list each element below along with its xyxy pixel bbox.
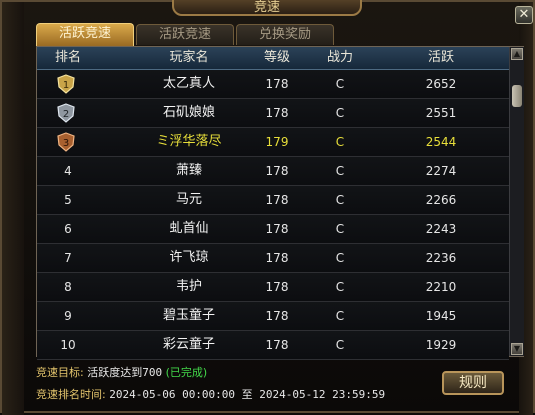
race-window: 竞速 ✕ 活跃竞速 活跃竞速 兑换奖励 排名 玩家名 等级 战力 活跃 1 太乙真… bbox=[0, 0, 535, 415]
cell-power: C bbox=[335, 135, 345, 149]
cell-rank: 4 bbox=[64, 164, 72, 178]
goal-value: 活跃度达到700 bbox=[87, 366, 163, 379]
cell-active: 1929 bbox=[425, 338, 457, 352]
silver-medal-icon: 2 bbox=[56, 103, 76, 123]
goal-status: (已完成) bbox=[165, 366, 208, 379]
svg-text:2: 2 bbox=[63, 109, 69, 120]
cell-level: 178 bbox=[265, 309, 289, 323]
cell-power: C bbox=[335, 106, 345, 120]
cell-power: C bbox=[335, 77, 345, 91]
ranking-panel: 排名 玩家名 等级 战力 活跃 1 太乙真人 178 C 2652 2 石矶娘娘 178 C 25… bbox=[36, 46, 524, 360]
cell-level: 178 bbox=[265, 193, 289, 207]
cell-power: C bbox=[335, 222, 345, 236]
table-row[interactable]: 6 虬首仙 178 C 2243 bbox=[37, 215, 509, 244]
table-row[interactable]: 3 ミ浮华落尽 179 C 2544 bbox=[37, 128, 509, 157]
cell-level: 179 bbox=[265, 135, 289, 149]
gold-medal-icon: 1 bbox=[56, 74, 76, 94]
rules-button[interactable]: 规则 bbox=[442, 371, 504, 395]
left-edge-decoration bbox=[2, 2, 24, 415]
cell-rank: 9 bbox=[64, 309, 72, 323]
cell-rank: 5 bbox=[64, 193, 72, 207]
cell-rank: 10 bbox=[60, 338, 76, 352]
table-row[interactable]: 4 萧臻 178 C 2274 bbox=[37, 157, 509, 186]
tab-active-race[interactable]: 活跃竞速 bbox=[36, 23, 134, 46]
tab-exchange-rewards[interactable]: 兑换奖励 bbox=[236, 24, 334, 45]
cell-power: C bbox=[335, 164, 345, 178]
cell-rank: 7 bbox=[64, 251, 72, 265]
cell-power: C bbox=[335, 309, 345, 323]
table-row[interactable]: 8 韦护 178 C 2210 bbox=[37, 273, 509, 302]
header-power: 战力 bbox=[326, 50, 353, 65]
cell-active: 2210 bbox=[425, 280, 457, 294]
cell-active: 2243 bbox=[425, 222, 457, 236]
cell-level: 178 bbox=[265, 222, 289, 236]
goal-line: 竞速目标: 活跃度达到700 (已完成) bbox=[36, 364, 207, 380]
cell-power: C bbox=[335, 338, 345, 352]
table-row[interactable]: 2 石矶娘娘 178 C 2551 bbox=[37, 99, 509, 128]
cell-rank: 8 bbox=[64, 280, 72, 294]
header-active: 活跃 bbox=[427, 50, 454, 65]
cell-level: 178 bbox=[265, 106, 289, 120]
goal-label: 竞速目标: bbox=[36, 366, 84, 379]
time-value: 2024-05-06 00:00:00 至 2024-05-12 23:59:5… bbox=[109, 388, 386, 401]
header-rank: 排名 bbox=[54, 50, 81, 65]
cell-active: 2551 bbox=[425, 106, 457, 120]
scroll-up-arrow-icon[interactable]: ▲ bbox=[511, 48, 523, 60]
cell-active: 2544 bbox=[425, 135, 457, 149]
scrollbar[interactable]: ▲ ▼ bbox=[509, 47, 524, 356]
cell-power: C bbox=[335, 193, 345, 207]
cell-active: 1945 bbox=[425, 309, 457, 323]
table-row[interactable]: 9 碧玉童子 178 C 1945 bbox=[37, 302, 509, 331]
svg-text:1: 1 bbox=[63, 80, 69, 91]
scroll-thumb[interactable] bbox=[512, 85, 522, 107]
cell-level: 178 bbox=[265, 164, 289, 178]
cell-level: 178 bbox=[265, 338, 289, 352]
time-line: 竞速排名时间: 2024-05-06 00:00:00 至 2024-05-12… bbox=[36, 386, 385, 402]
cell-level: 178 bbox=[265, 280, 289, 294]
table-header: 排名 玩家名 等级 战力 活跃 bbox=[37, 47, 509, 70]
cell-active: 2274 bbox=[425, 164, 457, 178]
cell-active: 2652 bbox=[425, 77, 457, 91]
cell-level: 178 bbox=[265, 251, 289, 265]
tab-active-race-2[interactable]: 活跃竞速 bbox=[136, 24, 234, 45]
cell-active: 2266 bbox=[425, 193, 457, 207]
table-row[interactable]: 10 彩云童子 178 C 1929 bbox=[37, 331, 509, 360]
close-button[interactable]: ✕ bbox=[515, 6, 533, 24]
header-level: 等级 bbox=[263, 50, 290, 65]
svg-text:3: 3 bbox=[63, 138, 69, 149]
cell-level: 178 bbox=[265, 77, 289, 91]
bronze-medal-icon: 3 bbox=[56, 132, 76, 152]
time-label: 竞速排名时间: bbox=[36, 388, 106, 401]
table-row[interactable]: 1 太乙真人 178 C 2652 bbox=[37, 70, 509, 99]
table-row[interactable]: 7 许飞琼 178 C 2236 bbox=[37, 244, 509, 273]
cell-rank: 6 bbox=[64, 222, 72, 236]
cell-power: C bbox=[335, 280, 345, 294]
table-row[interactable]: 5 马元 178 C 2266 bbox=[37, 186, 509, 215]
scroll-down-arrow-icon[interactable]: ▼ bbox=[511, 343, 523, 355]
window-title: 竞速 bbox=[172, 0, 362, 16]
cell-power: C bbox=[335, 251, 345, 265]
cell-active: 2236 bbox=[425, 251, 457, 265]
